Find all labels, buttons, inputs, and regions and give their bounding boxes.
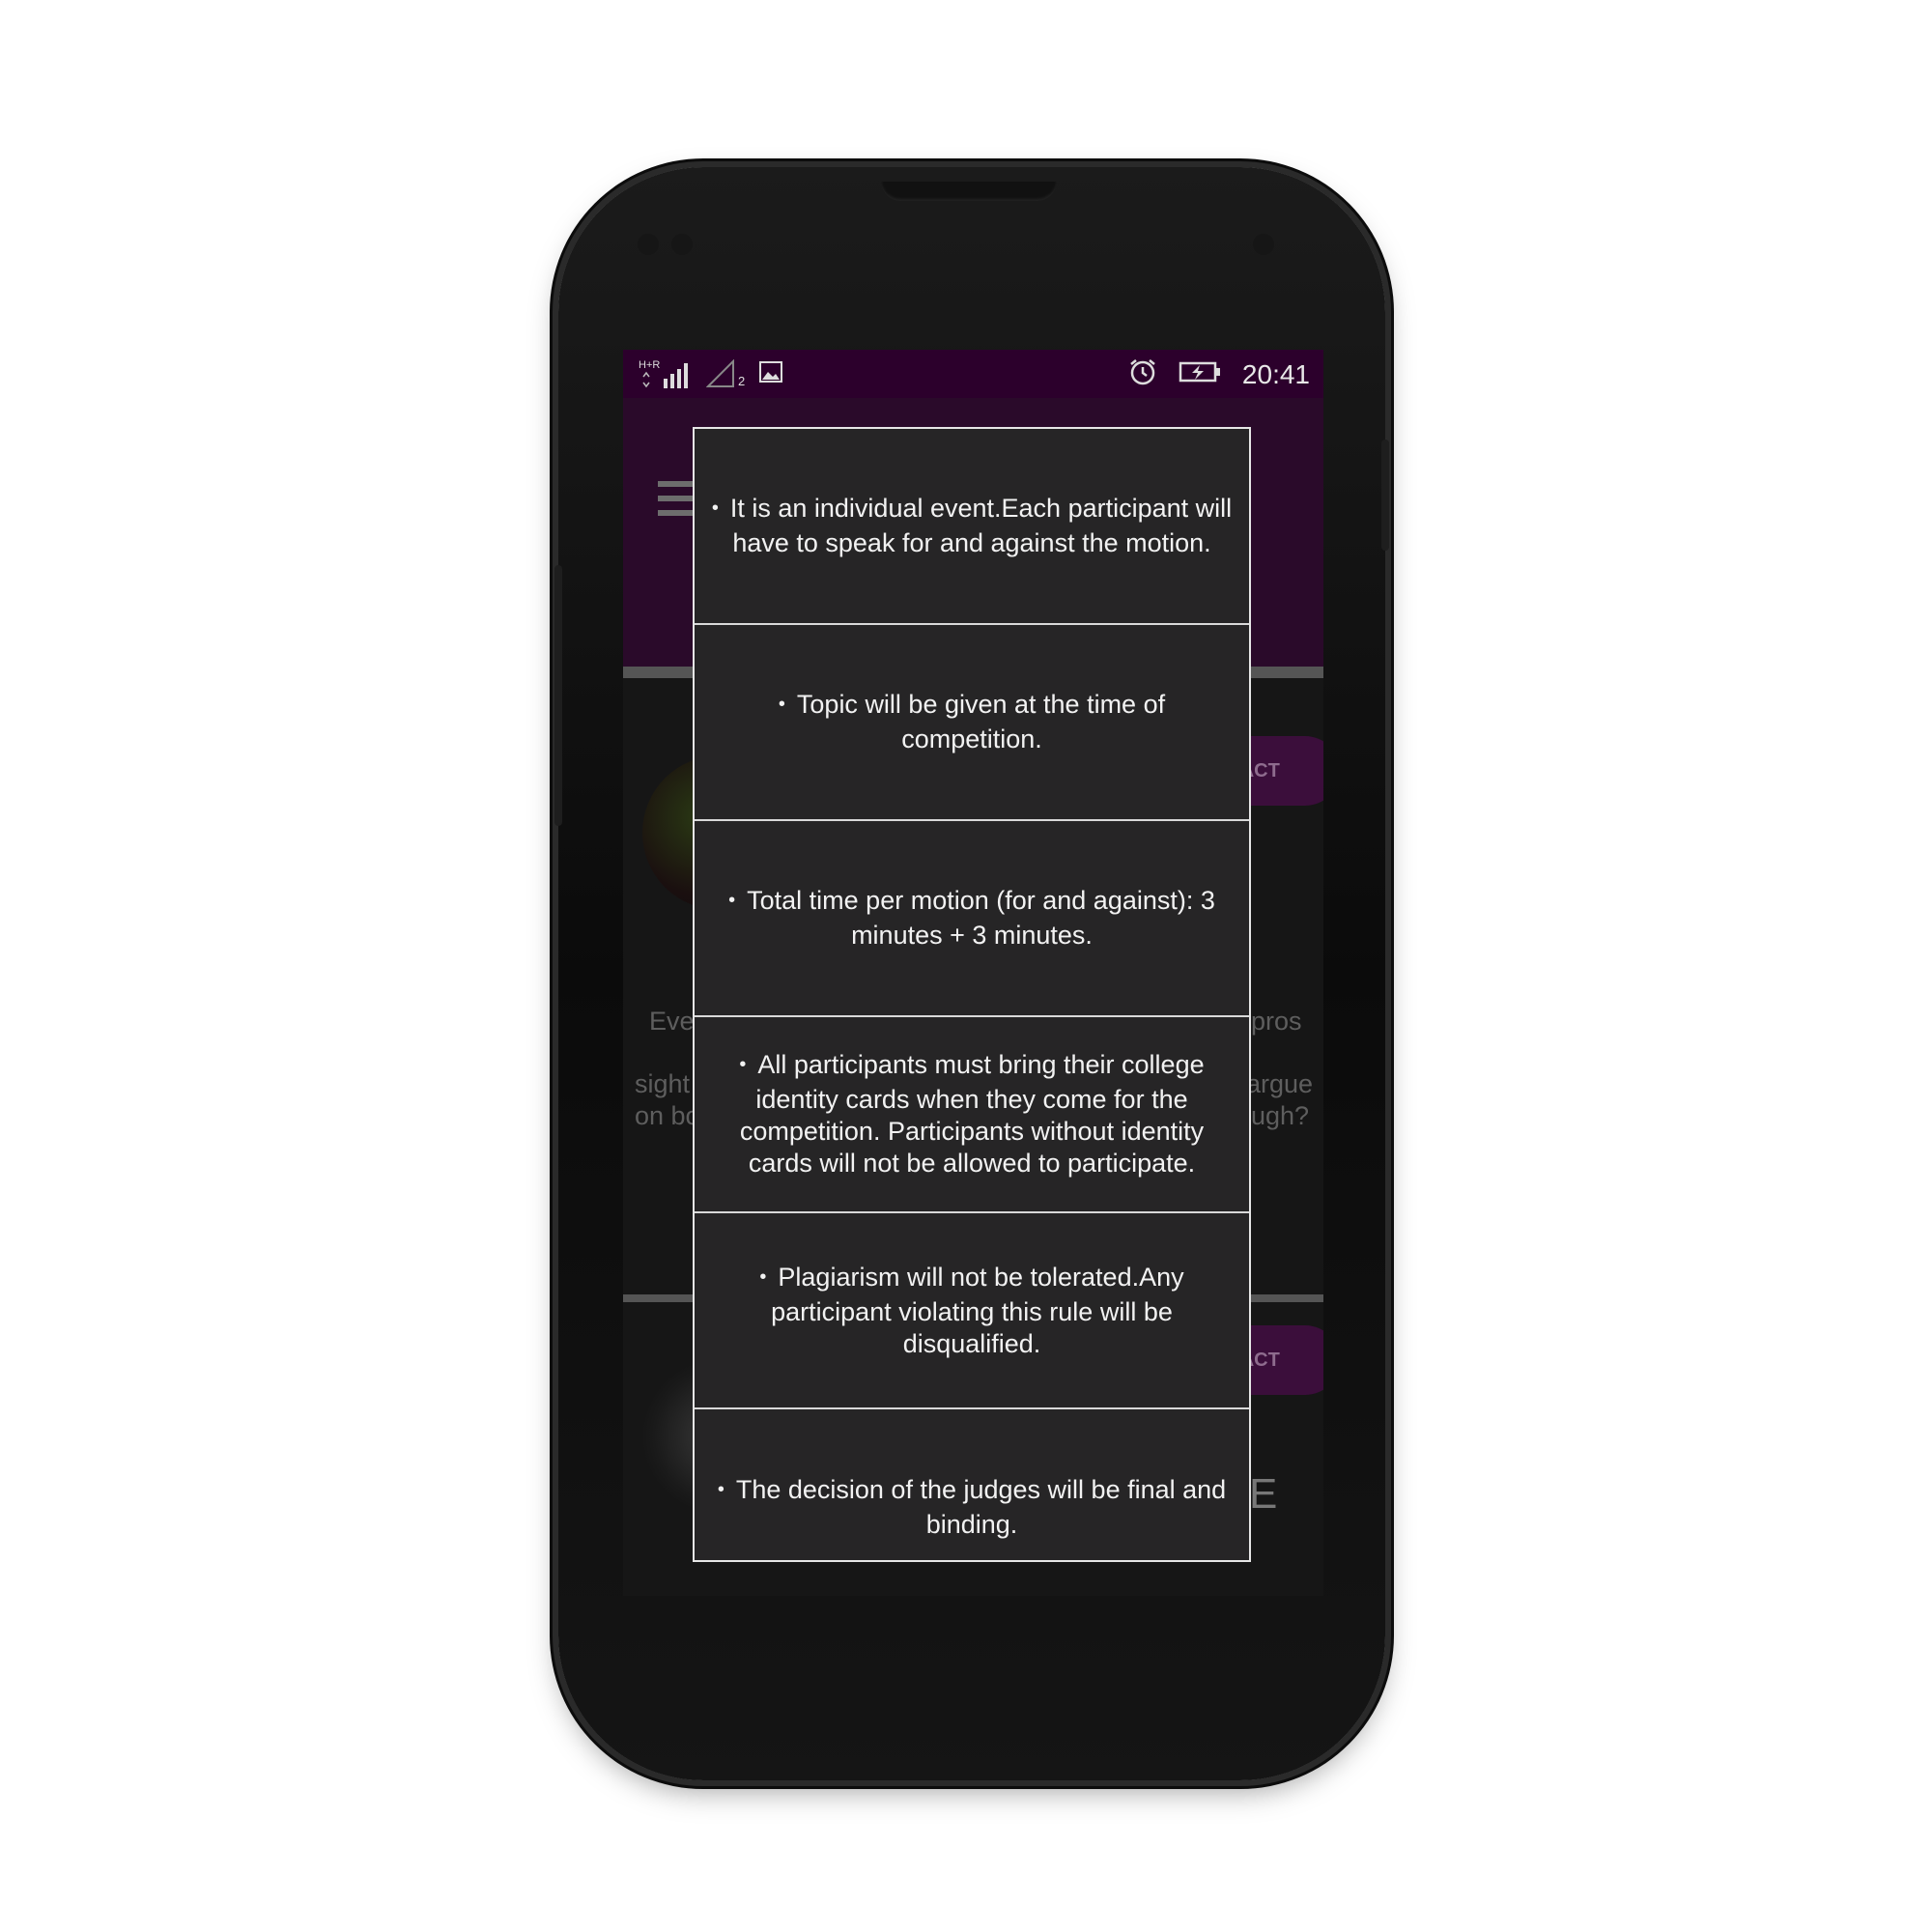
rule-item: • Topic will be given at the time of comp… xyxy=(695,625,1249,821)
signal-bars-icon: H+R xyxy=(639,359,693,388)
event-description-fragment: Eve xyxy=(649,1007,695,1036)
alarm-clock-icon xyxy=(1128,357,1157,391)
event-description-fragment: ugh? xyxy=(1251,1101,1310,1130)
bullet-icon: • xyxy=(711,497,719,519)
rule-item: • It is an individual event.Each particip… xyxy=(695,429,1249,625)
rule-item: • All participants must bring their colle… xyxy=(695,1017,1249,1213)
rule-item: • Total time per motion (for and against)… xyxy=(695,821,1249,1017)
event-title-fragment: E xyxy=(1249,1470,1278,1518)
power-button xyxy=(1381,440,1389,551)
rule-text: All participants must bring their colleg… xyxy=(739,1050,1205,1178)
sim-2-label: 2 xyxy=(738,374,746,388)
rule-item: • Plagiarism will not be tolerated.Any pa… xyxy=(695,1213,1249,1409)
event-description-fragment: sight xyxy=(635,1069,691,1098)
network-type-label: H+R xyxy=(639,359,661,371)
status-clock: 20:41 xyxy=(1241,358,1310,389)
image-notification-icon xyxy=(758,360,783,388)
status-bar: H+R 2 20:41 xyxy=(623,350,1323,398)
rule-text: It is an individual event.Each participa… xyxy=(729,494,1233,557)
rule-item: • The decision of the judges will be fina… xyxy=(695,1409,1249,1560)
bullet-icon: • xyxy=(739,1054,747,1075)
rule-text: The decision of the judges will be final… xyxy=(735,1475,1227,1539)
battery-charging-icon xyxy=(1179,360,1221,388)
bullet-icon: • xyxy=(728,890,736,911)
earpiece-speaker xyxy=(881,182,1057,201)
light-sensor xyxy=(671,234,693,255)
rules-dialog: • It is an individual event.Each particip… xyxy=(693,427,1251,1562)
event-description-fragment: on bo xyxy=(635,1101,700,1130)
phone-screen: H+R 2 20:41 TACT Eve sight on bo pros ar… xyxy=(623,350,1323,1596)
rule-text: Total time per motion (for and against):… xyxy=(747,886,1215,950)
event-description-fragment: pros xyxy=(1251,1007,1302,1036)
bullet-icon: • xyxy=(759,1265,767,1288)
bullet-icon: • xyxy=(717,1479,724,1500)
front-camera xyxy=(1253,234,1274,255)
volume-button xyxy=(554,565,562,826)
bullet-icon: • xyxy=(778,694,785,715)
event-description-fragment: argue xyxy=(1246,1069,1314,1098)
signal-empty-icon: 2 xyxy=(706,359,745,388)
rule-text: Topic will be given at the time of compe… xyxy=(796,690,1166,753)
proximity-sensor xyxy=(638,234,659,255)
rule-text: Plagiarism will not be tolerated.Any par… xyxy=(771,1262,1184,1358)
